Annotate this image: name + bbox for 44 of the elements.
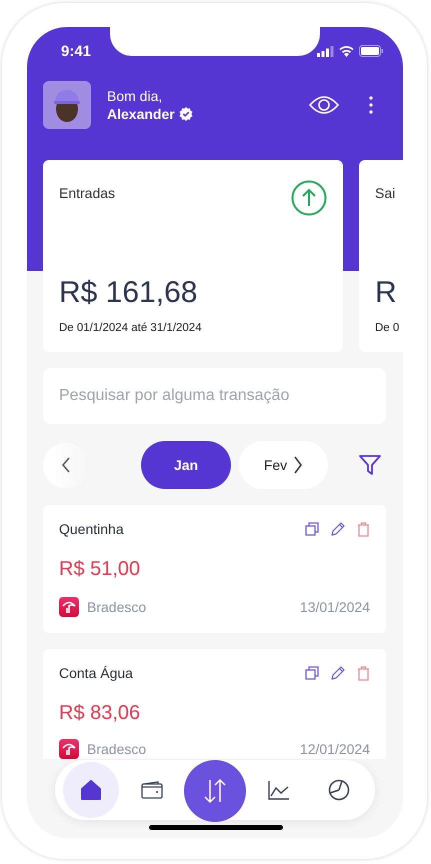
- chevron-left-icon: [60, 457, 70, 473]
- arrow-up-icon: [291, 180, 327, 216]
- signal-icon: [317, 46, 334, 56]
- copy-icon[interactable]: [305, 522, 319, 536]
- line-chart-icon: [268, 780, 290, 800]
- menu-icon[interactable]: [369, 96, 373, 114]
- transaction-date: 13/01/2024: [300, 599, 370, 615]
- transaction-title: Conta Água: [59, 665, 133, 681]
- card-amount: R: [375, 276, 398, 310]
- bank-name: Bradesco: [87, 741, 146, 757]
- card-label: Sai: [375, 185, 396, 201]
- bank-logo-icon: [59, 597, 79, 617]
- copy-icon[interactable]: [305, 666, 319, 680]
- card-amount: R$ 161,68: [59, 276, 198, 310]
- pie-chart-icon: [328, 779, 350, 801]
- home-icon: [80, 780, 102, 800]
- card-period: De 0: [375, 322, 400, 334]
- bank-logo-icon: [59, 739, 79, 759]
- transaction-card[interactable]: Conta Água R$ 83,06 Bradesco 12/01/2024: [43, 649, 386, 759]
- transaction-card[interactable]: Quentinha R$ 51,00 Bradesco 13/01/2024: [43, 505, 386, 633]
- month-tab[interactable]: Jan: [141, 441, 231, 489]
- status-time: 9:41: [61, 42, 92, 60]
- chevron-right-icon: [293, 456, 304, 474]
- eye-icon[interactable]: [309, 95, 339, 115]
- search-field[interactable]: Pesquisar por alguma transação: [43, 368, 386, 424]
- avatar[interactable]: [43, 81, 91, 129]
- wallet-icon: [140, 781, 162, 799]
- filter-icon[interactable]: [359, 455, 381, 475]
- month-tab[interactable]: Fev: [239, 441, 328, 489]
- card-period: De 01/1/2024 até 31/1/2024: [59, 322, 203, 334]
- card-label: Entradas: [59, 185, 116, 201]
- transaction-amount: R$ 51,00: [59, 558, 142, 581]
- home-nav-button[interactable]: [63, 762, 119, 818]
- user-name: Alexander: [107, 106, 175, 122]
- transaction-date: 12/01/2024: [300, 741, 370, 757]
- bank-name: Bradesco: [87, 599, 146, 615]
- battery-icon: [359, 45, 383, 57]
- transaction-amount: R$ 83,06: [59, 702, 142, 725]
- wifi-icon: [339, 46, 354, 56]
- edit-icon[interactable]: [331, 666, 345, 680]
- greeting: Bom dia,: [107, 88, 164, 104]
- up-down-arrows-icon: [203, 778, 227, 804]
- edit-icon[interactable]: [331, 522, 345, 536]
- transaction-title: Quentinha: [59, 521, 124, 537]
